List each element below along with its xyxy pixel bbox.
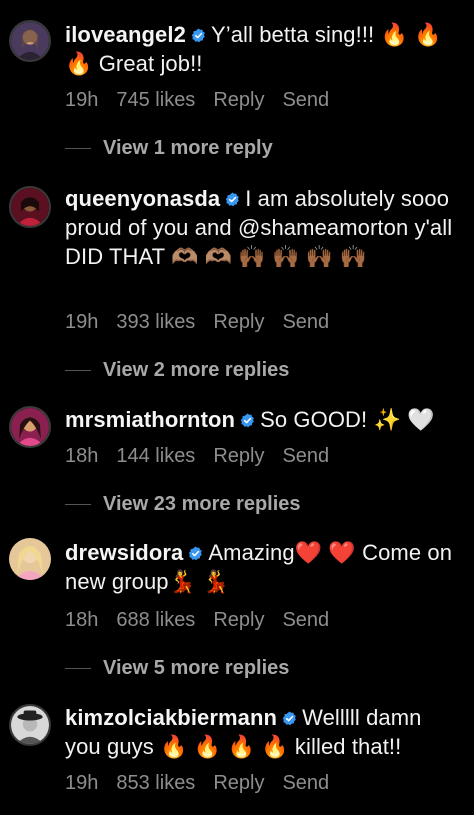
avatar[interactable]: [9, 186, 51, 228]
comment-text: So GOOD! ✨ 🤍: [260, 407, 435, 432]
verified-badge-icon: [188, 546, 203, 561]
timestamp: 18h: [65, 445, 99, 467]
username[interactable]: queenyonasda: [65, 186, 220, 211]
likes-count[interactable]: 745 likes: [116, 89, 195, 111]
reply-button[interactable]: Reply: [213, 609, 264, 631]
view-replies-label: View 5 more replies: [103, 657, 290, 679]
timestamp: 19h: [65, 89, 99, 111]
reply-button[interactable]: Reply: [213, 311, 264, 333]
username[interactable]: iloveangel2: [65, 22, 186, 47]
divider: [65, 370, 91, 372]
divider: [65, 668, 91, 670]
send-button[interactable]: Send: [282, 89, 329, 111]
username[interactable]: mrsmiathornton: [65, 407, 235, 432]
send-button[interactable]: Send: [282, 445, 329, 467]
comment-body: iloveangel2 Y’all betta sing!!! 🔥 🔥 🔥 Gre…: [65, 20, 460, 78]
divider: [65, 504, 91, 506]
verified-badge-icon: [225, 192, 240, 207]
view-replies-button[interactable]: View 1 more reply: [65, 136, 273, 160]
comment-meta: 19h 853 likes Reply Send: [65, 771, 347, 795]
view-replies-button[interactable]: View 2 more replies: [65, 358, 289, 382]
view-replies-label: View 2 more replies: [103, 359, 290, 381]
timestamp: 19h: [65, 772, 99, 794]
comment-meta: 19h 393 likes Reply Send: [65, 310, 347, 334]
verified-badge-icon: [282, 711, 297, 726]
comment-meta: 18h 144 likes Reply Send: [65, 444, 347, 468]
likes-count[interactable]: 688 likes: [116, 609, 195, 631]
likes-count[interactable]: 853 likes: [116, 772, 195, 794]
comment-meta: 18h 688 likes Reply Send: [65, 608, 347, 632]
comment-body: drewsidora Amazing❤️ ❤️ Come on new group…: [65, 538, 460, 596]
divider: [65, 148, 91, 150]
view-replies-label: View 1 more reply: [103, 137, 273, 159]
avatar[interactable]: [9, 20, 51, 62]
send-button[interactable]: Send: [282, 311, 329, 333]
comment-body: mrsmiathornton So GOOD! ✨ 🤍: [65, 405, 460, 434]
timestamp: 18h: [65, 609, 99, 631]
likes-count[interactable]: 144 likes: [116, 445, 195, 467]
avatar[interactable]: [9, 406, 51, 448]
reply-button[interactable]: Reply: [213, 772, 264, 794]
comment-meta: 19h 745 likes Reply Send: [65, 88, 347, 112]
comment-body: queenyonasda I am absolutely sooo proud o…: [65, 184, 460, 271]
avatar[interactable]: [9, 538, 51, 580]
view-replies-label: View 23 more replies: [103, 493, 301, 515]
verified-badge-icon: [191, 28, 206, 43]
reply-button[interactable]: Reply: [213, 445, 264, 467]
reply-button[interactable]: Reply: [213, 89, 264, 111]
username[interactable]: drewsidora: [65, 540, 183, 565]
username[interactable]: kimzolciakbiermann: [65, 705, 277, 730]
comment-body: kimzolciakbiermann Welllll damn you guys …: [65, 703, 460, 761]
timestamp: 19h: [65, 311, 99, 333]
verified-badge-icon: [240, 413, 255, 428]
view-replies-button[interactable]: View 5 more replies: [65, 656, 289, 680]
send-button[interactable]: Send: [282, 772, 329, 794]
view-replies-button[interactable]: View 23 more replies: [65, 492, 301, 516]
send-button[interactable]: Send: [282, 609, 329, 631]
likes-count[interactable]: 393 likes: [116, 311, 195, 333]
avatar[interactable]: [9, 704, 51, 746]
